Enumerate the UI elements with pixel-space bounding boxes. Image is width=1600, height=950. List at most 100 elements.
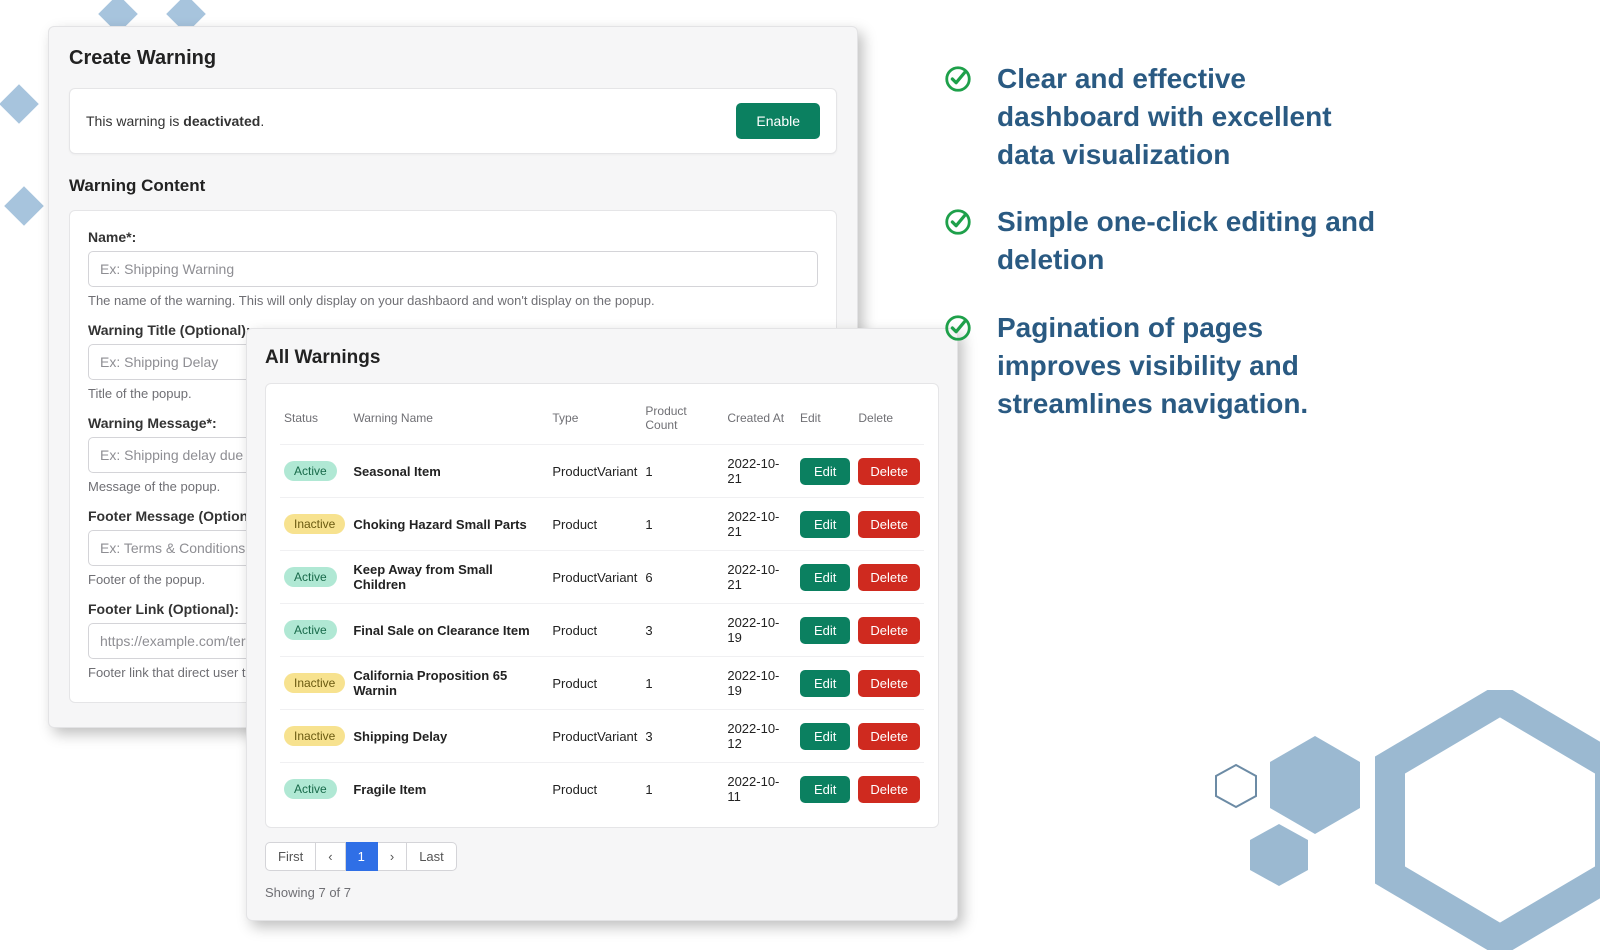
- table-row: Active Seasonal ItemProductVariant12022-1…: [280, 445, 924, 498]
- created-cell: 2022-10-19: [723, 657, 796, 710]
- decoration-square: [0, 84, 39, 124]
- count-cell: 6: [641, 551, 723, 604]
- pager-first[interactable]: First: [265, 842, 316, 871]
- warning-name-cell: California Proposition 65 Warnin: [349, 657, 548, 710]
- showing-count: Showing 7 of 7: [265, 885, 939, 900]
- field-name: Name*: The name of the warning. This wil…: [88, 229, 818, 308]
- decoration-hexagon: [1212, 762, 1260, 810]
- delete-button[interactable]: Delete: [858, 723, 920, 750]
- col-created: Created At: [723, 398, 796, 445]
- check-icon: [943, 207, 983, 242]
- warning-status-message: This warning is deactivated.: [86, 113, 264, 129]
- status-prefix: This warning is: [86, 113, 183, 129]
- check-icon: [943, 313, 983, 348]
- type-cell: ProductVariant: [548, 445, 641, 498]
- table-row: InactiveCalifornia Proposition 65 Warnin…: [280, 657, 924, 710]
- feature-text: Simple one-click editing and deletion: [997, 203, 1393, 279]
- warning-status-box: This warning is deactivated. Enable: [69, 88, 837, 154]
- created-cell: 2022-10-12: [723, 710, 796, 763]
- warnings-table: Status Warning Name Type Product Count C…: [280, 398, 924, 815]
- delete-button[interactable]: Delete: [858, 458, 920, 485]
- count-cell: 1: [641, 763, 723, 816]
- edit-button[interactable]: Edit: [800, 617, 850, 644]
- warning-content-section-title: Warning Content: [69, 176, 837, 196]
- type-cell: Product: [548, 498, 641, 551]
- status-badge: Active: [284, 461, 337, 481]
- type-cell: ProductVariant: [548, 710, 641, 763]
- warning-name-cell: Seasonal Item: [349, 445, 548, 498]
- pager-prev[interactable]: ‹: [316, 842, 345, 871]
- status-badge: Active: [284, 779, 337, 799]
- table-row: Active Fragile ItemProduct12022-10-11Edit…: [280, 763, 924, 816]
- created-cell: 2022-10-11: [723, 763, 796, 816]
- all-warnings-panel: All Warnings Status Warning Name Type Pr…: [246, 328, 958, 921]
- enable-button[interactable]: Enable: [736, 103, 820, 139]
- delete-button[interactable]: Delete: [858, 564, 920, 591]
- warning-name-cell: Keep Away from Small Children: [349, 551, 548, 604]
- pager-page-1[interactable]: 1: [346, 842, 378, 871]
- created-cell: 2022-10-21: [723, 551, 796, 604]
- feature-item: Clear and effective dashboard with excel…: [943, 60, 1393, 173]
- warning-name-cell: Final Sale on Clearance Item: [349, 604, 548, 657]
- feature-item: Pagination of pages improves visibility …: [943, 309, 1393, 422]
- decoration-hexagon: [1370, 690, 1600, 950]
- delete-button[interactable]: Delete: [858, 670, 920, 697]
- status-badge: Inactive: [284, 514, 345, 534]
- col-edit: Edit: [796, 398, 854, 445]
- pager-next[interactable]: ›: [378, 842, 407, 871]
- created-cell: 2022-10-21: [723, 498, 796, 551]
- edit-button[interactable]: Edit: [800, 670, 850, 697]
- delete-button[interactable]: Delete: [858, 511, 920, 538]
- count-cell: 1: [641, 445, 723, 498]
- col-status: Status: [280, 398, 349, 445]
- name-help: The name of the warning. This will only …: [88, 293, 818, 308]
- pager-last[interactable]: Last: [407, 842, 457, 871]
- warnings-table-card: Status Warning Name Type Product Count C…: [265, 383, 939, 828]
- warning-name-cell: Fragile Item: [349, 763, 548, 816]
- edit-button[interactable]: Edit: [800, 458, 850, 485]
- delete-button[interactable]: Delete: [858, 617, 920, 644]
- warning-name-cell: Shipping Delay: [349, 710, 548, 763]
- col-type: Type: [548, 398, 641, 445]
- status-badge: Active: [284, 620, 337, 640]
- table-row: InactiveShipping DelayProductVariant3202…: [280, 710, 924, 763]
- col-count: Product Count: [641, 398, 723, 445]
- type-cell: Product: [548, 763, 641, 816]
- create-warning-title: Create Warning: [69, 47, 837, 70]
- type-cell: Product: [548, 604, 641, 657]
- delete-button[interactable]: Delete: [858, 776, 920, 803]
- status-badge: Inactive: [284, 726, 345, 746]
- warning-name-cell: Choking Hazard Small Parts: [349, 498, 548, 551]
- status-word: deactivated: [183, 113, 260, 129]
- feature-text: Clear and effective dashboard with excel…: [997, 60, 1393, 173]
- edit-button[interactable]: Edit: [800, 511, 850, 538]
- features-list: Clear and effective dashboard with excel…: [943, 60, 1393, 452]
- status-suffix: .: [260, 113, 264, 129]
- table-row: Active Keep Away from Small ChildrenProdu…: [280, 551, 924, 604]
- decoration-hexagon: [1244, 820, 1314, 890]
- edit-button[interactable]: Edit: [800, 776, 850, 803]
- col-delete: Delete: [854, 398, 924, 445]
- feature-text: Pagination of pages improves visibility …: [997, 309, 1393, 422]
- created-cell: 2022-10-19: [723, 604, 796, 657]
- created-cell: 2022-10-21: [723, 445, 796, 498]
- table-row: InactiveChoking Hazard Small PartsProduc…: [280, 498, 924, 551]
- name-input[interactable]: [88, 251, 818, 287]
- col-name: Warning Name: [349, 398, 548, 445]
- count-cell: 3: [641, 710, 723, 763]
- edit-button[interactable]: Edit: [800, 564, 850, 591]
- check-icon: [943, 64, 983, 99]
- feature-item: Simple one-click editing and deletion: [943, 203, 1393, 279]
- type-cell: ProductVariant: [548, 551, 641, 604]
- count-cell: 1: [641, 498, 723, 551]
- decoration-square: [4, 186, 44, 226]
- count-cell: 1: [641, 657, 723, 710]
- status-badge: Active: [284, 567, 337, 587]
- edit-button[interactable]: Edit: [800, 723, 850, 750]
- status-badge: Inactive: [284, 673, 345, 693]
- count-cell: 3: [641, 604, 723, 657]
- all-warnings-title: All Warnings: [265, 347, 939, 369]
- type-cell: Product: [548, 657, 641, 710]
- table-row: Active Final Sale on Clearance ItemProduc…: [280, 604, 924, 657]
- pagination: First ‹ 1 › Last: [265, 842, 939, 871]
